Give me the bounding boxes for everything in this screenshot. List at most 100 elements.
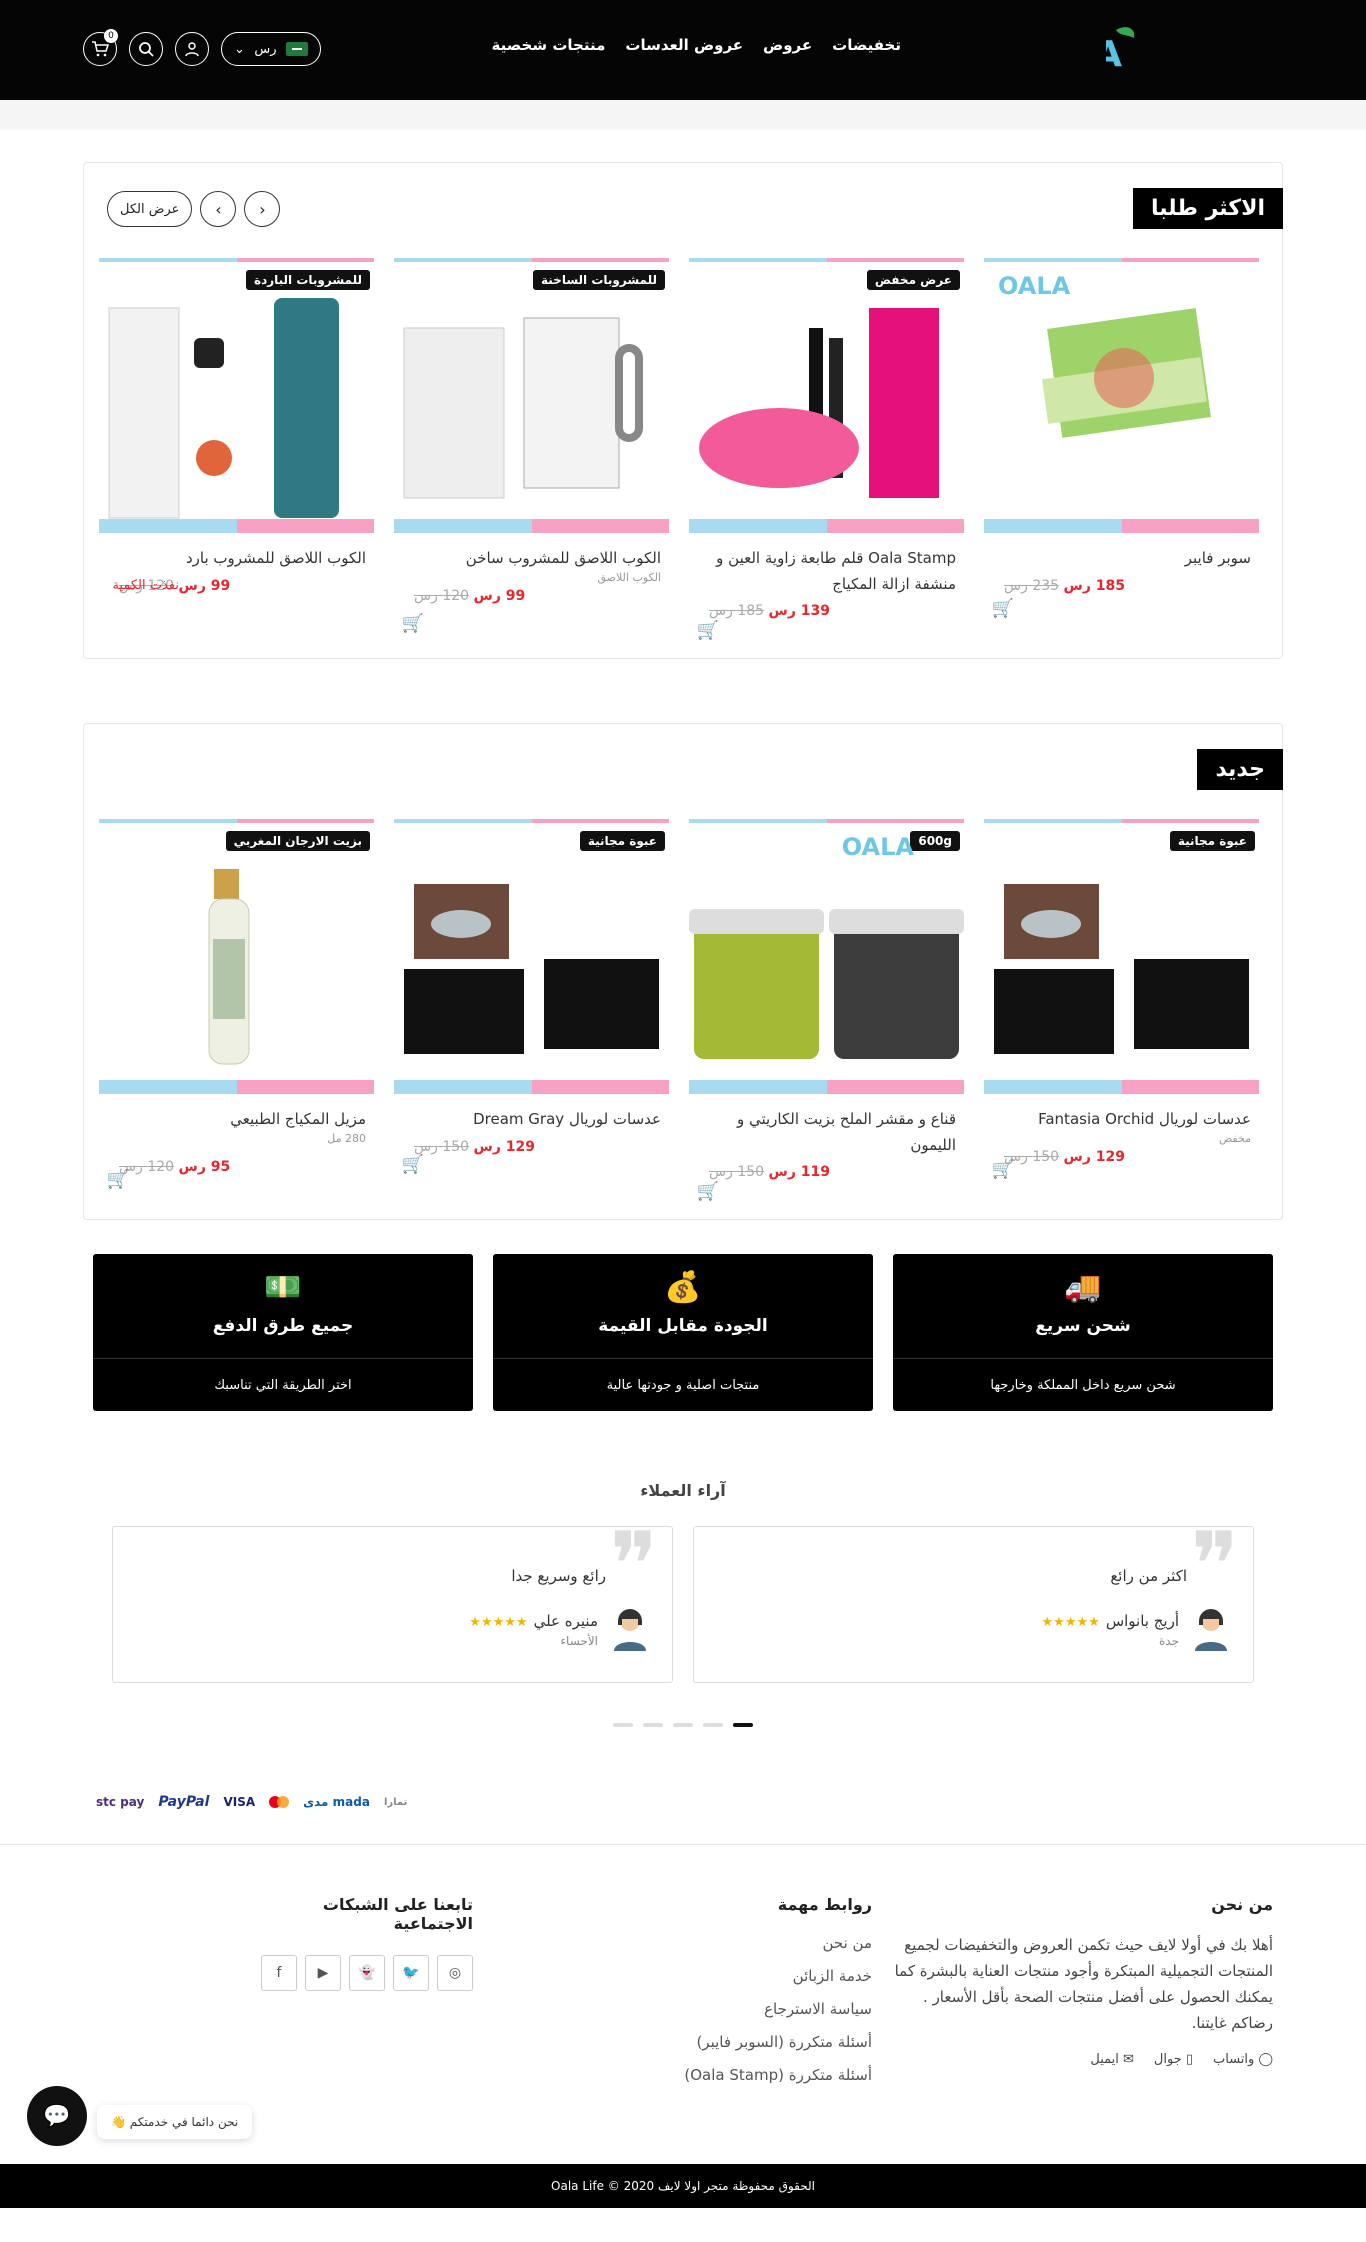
review-card: ❞ اكثر من رائع أريج بانواس★★★★★ جدة — [693, 1521, 1254, 1683]
carousel-dots — [0, 1723, 1366, 1727]
feature-card: 💵 جميع طرق الدفع اختر الطريقة التي تناسب… — [93, 1254, 473, 1411]
nav-item-offers[interactable]: عروض — [763, 36, 812, 54]
currency-selector[interactable]: ⌄ رس — [221, 32, 321, 66]
whatsapp-link[interactable]: ◯ واتساب — [1213, 2052, 1273, 2067]
add-to-cart-icon[interactable]: 🛒 — [402, 1154, 424, 1175]
youtube-icon[interactable]: ▶ — [305, 1955, 341, 1991]
footer-contacts: ◯ واتساب ▯ جوال ✉ ايميل — [878, 2052, 1273, 2067]
product-subtitle: الكوب اللاصق — [597, 571, 661, 584]
footer-link-about[interactable]: من نحن — [672, 1934, 873, 1952]
chevron-left-icon: ‹ — [215, 199, 222, 219]
nav-item-personal-products[interactable]: منتجات شخصية — [492, 36, 606, 54]
avatar — [614, 1609, 646, 1651]
nav-item-discounts[interactable]: تخفيضات — [832, 36, 901, 54]
footer-social: تابعنا على الشبكات الاجتماعية ◎ 🐦 👻 ▶ f — [253, 1895, 473, 1991]
mastercard-logo — [269, 1796, 290, 1808]
header: OALA تخفيضات عروض عروض العدسات منتجات شخ… — [0, 0, 1366, 100]
cart-count-badge: 0 — [104, 29, 118, 43]
user-icon — [185, 42, 199, 57]
payment-icon: 💵 — [264, 1270, 302, 1305]
product-image[interactable]: عبوة مجانية — [394, 819, 669, 1094]
product-name[interactable]: Oala Stamp قلم طابعة زاوية العين و منشفة… — [689, 545, 964, 597]
features-row: 🚚 شحن سريع شحن سريع داخل المملكة وخارجها… — [93, 1254, 1273, 1411]
add-to-cart-icon[interactable]: 🛒 — [992, 598, 1014, 619]
header-tools: 0 ⌄ رس — [83, 29, 321, 66]
product-card[interactable]: عبوة مجانية عدسات لوريال Dream Gray 129 … — [394, 819, 669, 1175]
product-image[interactable]: OALA — [984, 258, 1259, 533]
out-of-stock-label: نفذت الكمية — [112, 578, 179, 593]
email-link[interactable]: ✉ ايميل — [1090, 2052, 1134, 2067]
feature-desc: منتجات اصلية و جودتها عالية — [493, 1358, 873, 1411]
carousel-dot-active[interactable] — [733, 1723, 753, 1727]
carousel-dot[interactable] — [643, 1723, 663, 1727]
copyright-text: الحقوق محفوظة متجر اولا لايف 2020 © Oala… — [551, 2179, 815, 2193]
truck-icon: 🚚 — [1064, 1270, 1102, 1305]
product-image[interactable]: للمشروبات الساخنة — [394, 258, 669, 533]
feature-card: 🚚 شحن سريع شحن سريع داخل المملكة وخارجها — [893, 1254, 1273, 1411]
add-to-cart-icon[interactable]: 🛒 — [697, 620, 719, 641]
product-image[interactable]: 600g OALA — [689, 819, 964, 1094]
phone-link[interactable]: ▯ جوال — [1154, 2052, 1193, 2067]
search-icon — [139, 42, 154, 57]
product-card[interactable]: 600g OALA قناع و مقشر الملح بزيت الكاريت… — [689, 819, 964, 1202]
chat-greeting[interactable]: نحن دائما في خدمتكم 👋 — [97, 2105, 253, 2139]
chat-button[interactable]: 💬 — [27, 2086, 87, 2146]
footer-about-title: من نحن — [1211, 1895, 1273, 1914]
add-to-cart-icon[interactable]: 🛒 — [402, 613, 424, 634]
footer-social-title: تابعنا على الشبكات الاجتماعية — [322, 1895, 473, 1933]
instagram-icon[interactable]: ◎ — [437, 1955, 473, 1991]
facebook-icon[interactable]: f — [261, 1955, 297, 1991]
product-name[interactable]: الكوب اللاصق للمشروب بارد — [99, 545, 374, 571]
nav-item-lens-offers[interactable]: عروض العدسات — [625, 36, 743, 54]
add-to-cart-icon[interactable]: 🛒 — [697, 1181, 719, 1202]
footer-link-faq-superfiber[interactable]: أسئلة متكررة (السوبر فايبر) — [672, 2033, 872, 2051]
account-button[interactable] — [175, 32, 209, 66]
product-name[interactable]: سوبر فايبر — [984, 545, 1259, 571]
next-arrow-button[interactable]: › — [244, 191, 281, 227]
product-card[interactable]: OALA سوبر فايبر 185 رس 235 رس 🛒 — [984, 258, 1259, 619]
stcpay-logo: stc pay — [96, 1795, 145, 1809]
feature-title: جميع طرق الدفع — [212, 1316, 354, 1336]
prev-arrow-button[interactable]: ‹ — [200, 191, 237, 227]
product-image[interactable]: بزيت الارجان المغربي — [99, 819, 374, 1094]
product-subtitle: مخفض — [1218, 1132, 1251, 1145]
product-name[interactable]: مزيل المكياج الطبيعي — [99, 1106, 374, 1132]
product-card[interactable]: عبوة مجانية عدسات لوريال Fantasia Orchid… — [984, 819, 1259, 1180]
snapchat-icon[interactable]: 👻 — [349, 1955, 385, 1991]
product-name[interactable]: عدسات لوريال Fantasia Orchid — [984, 1106, 1259, 1132]
product-name[interactable]: قناع و مقشر الملح بزيت الكاريتي و الليمو… — [689, 1106, 964, 1158]
add-to-cart-icon[interactable]: 🛒 — [992, 1159, 1014, 1180]
product-image[interactable]: عبوة مجانية — [984, 819, 1259, 1094]
carousel-dot[interactable] — [673, 1723, 693, 1727]
footer-link-customer-service[interactable]: خدمة الزبائن — [672, 1967, 872, 1985]
carousel-dot[interactable] — [703, 1723, 723, 1727]
add-to-cart-icon[interactable]: 🛒 — [107, 1169, 129, 1190]
product-card[interactable]: عرض مخفض Oala Stamp قلم طابعة زاوية العي… — [689, 258, 964, 641]
footer: من نحن أهلا بك في أولا لايف حيث تكمن الع… — [0, 1844, 1366, 2164]
product-image[interactable]: للمشروبات الباردة — [99, 258, 374, 533]
twitter-icon[interactable]: 🐦 — [393, 1955, 429, 1991]
product-card[interactable]: بزيت الارجان المغربي مزيل المكياج الطبيع… — [99, 819, 374, 1190]
product-card[interactable]: للمشروبات الباردة الكوب اللاصق للمشروب ب… — [99, 258, 374, 597]
product-name[interactable]: الكوب اللاصق للمشروب ساخن — [394, 545, 669, 571]
footer-link-faq-stamp[interactable]: أسئلة متكررة (Oala Stamp) — [672, 2066, 872, 2084]
paypal-logo: PayPal — [158, 1794, 210, 1810]
copyright-bar: الحقوق محفوظة متجر اولا لايف 2020 © Oala… — [0, 2164, 1366, 2208]
reviews-carousel: ❞ اكثر من رائع أريج بانواس★★★★★ جدة ❞ را… — [112, 1521, 1254, 1683]
quote-icon: ❞ — [1190, 1513, 1239, 1618]
product-image[interactable]: عرض مخفض — [689, 258, 964, 533]
carousel-dot[interactable] — [613, 1723, 633, 1727]
review-text: رائع وسريع جدا — [511, 1567, 606, 1585]
view-all-button[interactable]: عرض الكل — [107, 191, 193, 227]
cart-button[interactable]: 0 — [83, 29, 118, 66]
search-button[interactable] — [129, 32, 163, 66]
feature-desc: اختر الطريقة التي تناسبك — [93, 1358, 473, 1411]
quote-icon: ❞ — [609, 1513, 658, 1618]
product-name[interactable]: عدسات لوريال Dream Gray — [394, 1106, 669, 1132]
footer-link-return-policy[interactable]: سياسة الاسترجاع — [672, 2000, 872, 2018]
product-card[interactable]: للمشروبات الساخنة الكوب اللاصق للمشروب س… — [394, 258, 669, 634]
site-logo[interactable]: OALA — [1014, 22, 1261, 75]
review-card: ❞ رائع وسريع جدا منيره علي★★★★★ الأحساء — [112, 1521, 673, 1683]
product-price: 99 رس 120 رس — [414, 588, 526, 604]
product-price: 129 رس 150 رس — [414, 1139, 535, 1155]
